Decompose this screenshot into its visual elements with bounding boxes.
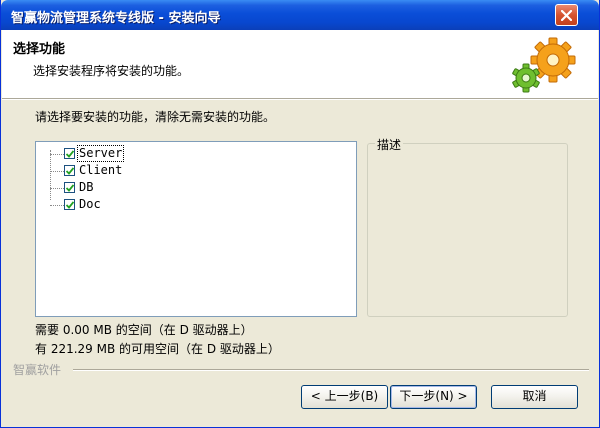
tree-branch [50, 154, 64, 155]
tree-branch [50, 171, 64, 172]
feature-item[interactable]: Client [36, 163, 336, 179]
window-title: 智赢物流管理系统专线版 - 安装向导 [11, 11, 221, 26]
gears-icon [512, 37, 576, 93]
close-button[interactable] [555, 4, 578, 26]
close-icon [561, 10, 572, 21]
description-panel [367, 143, 568, 317]
feature-checkbox[interactable] [64, 165, 75, 176]
title-bar[interactable]: 智赢物流管理系统专线版 - 安装向导 [1, 0, 599, 30]
feature-label: Server [76, 145, 125, 162]
feature-checkbox[interactable] [64, 199, 75, 210]
footer-divider [73, 369, 589, 371]
feature-label: Doc [79, 197, 101, 211]
wizard-header: 选择功能 选择安装程序将安装的功能。 [2, 30, 598, 98]
page-subtitle: 选择安装程序将安装的功能。 [33, 64, 190, 78]
installer-window: 智赢物流管理系统专线版 - 安装向导 选择功能 选择安装程序将安装的功能。 请选… [0, 0, 600, 428]
feature-item[interactable]: Doc [36, 197, 336, 213]
check-icon [66, 167, 74, 175]
page-title: 选择功能 [13, 42, 66, 57]
feature-tree[interactable]: Server Client DB Doc [35, 141, 357, 317]
description-label: 描述 [375, 136, 404, 153]
feature-item[interactable]: DB [36, 180, 336, 196]
space-required: 需要 0.00 MB 的空间（在 D 驱动器上） [35, 323, 253, 337]
feature-item[interactable]: Server [36, 145, 336, 162]
feature-label: DB [79, 180, 94, 194]
instruction-text: 请选择要安装的功能，清除无需安装的功能。 [35, 110, 276, 124]
feature-checkbox[interactable] [64, 148, 75, 159]
next-button[interactable]: 下一步(N) > [390, 385, 477, 409]
check-icon [66, 184, 74, 192]
brand-label: 智赢软件 [13, 363, 62, 377]
check-icon [66, 150, 74, 158]
space-available: 有 221.29 MB 的可用空间（在 D 驱动器上） [35, 342, 280, 356]
tree-branch [50, 188, 64, 189]
feature-checkbox[interactable] [64, 182, 75, 193]
feature-label: Client [79, 163, 123, 177]
tree-branch [50, 205, 64, 206]
cancel-button[interactable]: 取消 [491, 385, 578, 409]
back-button[interactable]: < 上一步(B) [301, 385, 388, 409]
header-divider [2, 98, 598, 100]
check-icon [66, 201, 74, 209]
